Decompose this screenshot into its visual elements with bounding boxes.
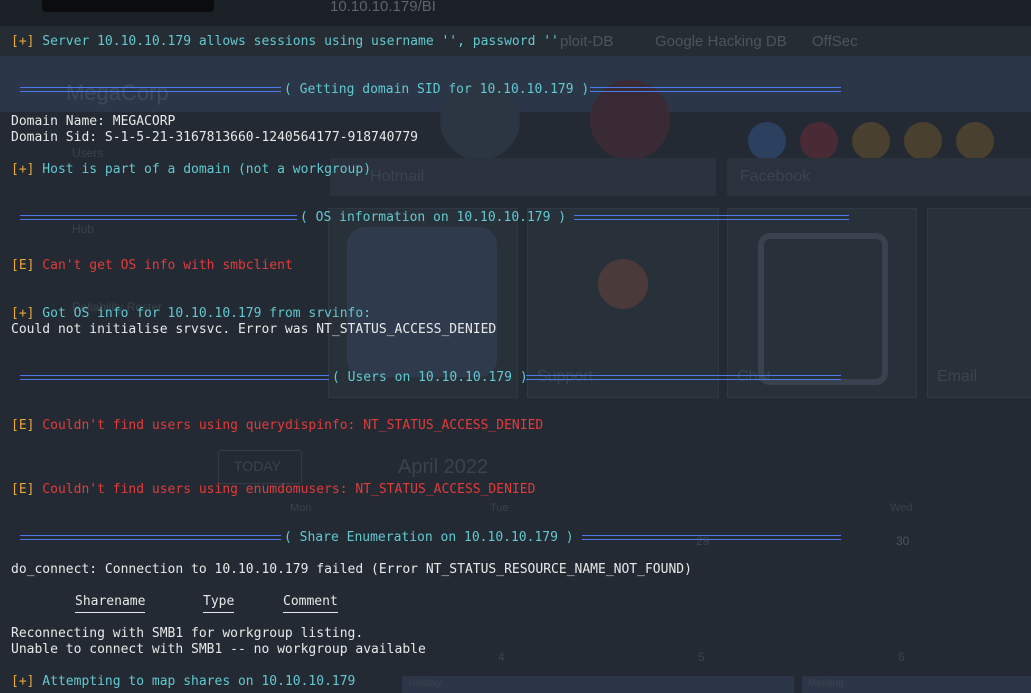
section-rule-right bbox=[574, 215, 849, 220]
output-line: Could not initialise srvsvc. Error was N… bbox=[11, 322, 497, 337]
section-header-share-enumeration: ( Share Enumeration on 10.10.10.179 ) bbox=[20, 530, 841, 546]
section-title: ( Getting domain SID for 10.10.10.179 ) bbox=[284, 82, 590, 97]
error-line: [E] Couldn't find users using querydispi… bbox=[11, 418, 543, 434]
info-tag: [+] bbox=[11, 306, 35, 321]
info-message: Host is part of a domain (not a workgrou… bbox=[34, 162, 372, 177]
info-line: [+] Server 10.10.10.179 allows sessions … bbox=[11, 34, 559, 50]
terminal-output[interactable]: [+] Server 10.10.10.179 allows sessions … bbox=[0, 0, 1031, 693]
error-tag: [E] bbox=[11, 418, 35, 433]
section-rule-right bbox=[526, 375, 841, 380]
error-message: Couldn't find users using enumdomusers: … bbox=[34, 482, 536, 497]
output-line: Domain Name: MEGACORP bbox=[11, 114, 176, 129]
info-tag: [+] bbox=[11, 674, 35, 689]
column-header-comment: Comment bbox=[283, 594, 338, 609]
error-tag: [E] bbox=[11, 482, 35, 497]
column-header-sharename: Sharename bbox=[75, 594, 146, 609]
section-header-domain-sid: ( Getting domain SID for 10.10.10.179 ) bbox=[20, 82, 841, 98]
info-line: [+] Host is part of a domain (not a work… bbox=[11, 162, 371, 178]
info-line: [+] Got OS info for 10.10.10.179 from sr… bbox=[11, 306, 371, 322]
section-rule-left bbox=[20, 535, 281, 540]
info-line: [+] Attempting to map shares on 10.10.10… bbox=[11, 674, 355, 690]
error-line: [E] Can't get OS info with smbclient bbox=[11, 258, 293, 274]
output-line: Domain Sid: S-1-5-21-3167813660-12405641… bbox=[11, 130, 418, 145]
column-underline bbox=[283, 612, 338, 613]
section-rule-left bbox=[20, 215, 297, 220]
output-line: Unable to connect with SMB1 -- no workgr… bbox=[11, 642, 426, 657]
error-message: Couldn't find users using querydispinfo:… bbox=[34, 418, 544, 433]
info-tag: [+] bbox=[11, 34, 35, 49]
section-rule-right bbox=[590, 87, 841, 92]
error-tag: [E] bbox=[11, 258, 35, 273]
section-title: ( OS information on 10.10.10.179 ) bbox=[300, 210, 567, 225]
column-header-type: Type bbox=[203, 594, 235, 609]
column-underline bbox=[75, 612, 145, 613]
info-message: Got OS info for 10.10.10.179 from srvinf… bbox=[34, 306, 372, 321]
section-header-users: ( Users on 10.10.10.179 ) bbox=[20, 370, 841, 386]
error-line: [E] Couldn't find users using enumdomuse… bbox=[11, 482, 535, 498]
info-message: Attempting to map shares on 10.10.10.179 bbox=[34, 674, 356, 689]
column-underline bbox=[203, 612, 234, 613]
info-message: Server 10.10.10.179 allows sessions usin… bbox=[34, 34, 559, 49]
share-table-header: Sharename Type Comment bbox=[0, 594, 1031, 616]
section-header-os-info: ( OS information on 10.10.10.179 ) bbox=[20, 210, 849, 226]
section-rule-left bbox=[20, 375, 329, 380]
section-rule-left bbox=[20, 87, 281, 92]
error-message: Can't get OS info with smbclient bbox=[34, 258, 293, 273]
section-title: ( Users on 10.10.10.179 ) bbox=[332, 370, 528, 385]
section-rule-right bbox=[582, 535, 841, 540]
output-line: do_connect: Connection to 10.10.10.179 f… bbox=[11, 562, 692, 577]
output-line: Reconnecting with SMB1 for workgroup lis… bbox=[11, 626, 364, 641]
section-title: ( Share Enumeration on 10.10.10.179 ) bbox=[284, 530, 574, 545]
info-tag: [+] bbox=[11, 162, 35, 177]
